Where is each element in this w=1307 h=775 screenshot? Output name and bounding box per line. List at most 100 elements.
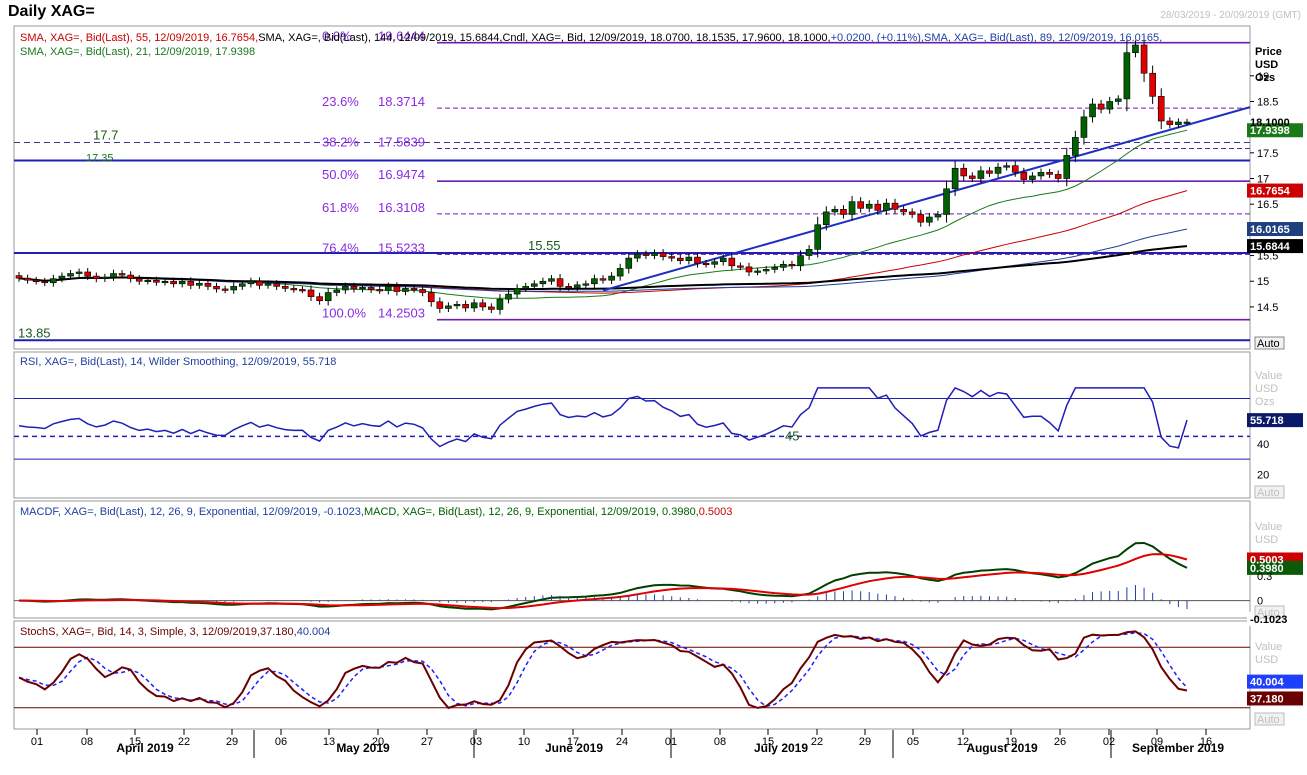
candle-down[interactable]	[376, 289, 384, 292]
chart-canvas[interactable]: 0.0% 19.644423.6% 18.371438.2% 17.583950.0%…	[0, 0, 1307, 775]
candle-down[interactable]	[393, 286, 401, 292]
candle-down[interactable]	[1157, 96, 1165, 122]
candle-down[interactable]	[92, 275, 100, 279]
candle-down[interactable]	[118, 273, 126, 276]
price-panel[interactable]	[13, 25, 1251, 350]
candle-down[interactable]	[917, 214, 925, 223]
candle-up[interactable]	[530, 283, 538, 287]
candle-up[interactable]	[384, 286, 392, 291]
candle-up[interactable]	[522, 286, 530, 289]
candle-up[interactable]	[1183, 121, 1191, 124]
rsi-panel[interactable]	[13, 351, 1251, 499]
candle-up[interactable]	[264, 283, 272, 286]
candle-up[interactable]	[67, 273, 74, 277]
candle-up[interactable]	[230, 286, 238, 291]
candle-down[interactable]	[960, 167, 968, 177]
candle-up[interactable]	[1175, 121, 1182, 125]
candle-down[interactable]	[32, 279, 40, 283]
candle-down[interactable]	[281, 286, 289, 289]
candle-up[interactable]	[926, 216, 933, 223]
candle-up[interactable]	[771, 267, 779, 270]
candle-up[interactable]	[797, 255, 804, 267]
candle-down[interactable]	[307, 289, 315, 297]
candle-down[interactable]	[221, 288, 229, 291]
candle-up[interactable]	[780, 263, 787, 268]
candle-down[interactable]	[419, 289, 426, 293]
candle-up[interactable]	[1080, 116, 1088, 138]
candle-up[interactable]	[608, 275, 615, 281]
candle-up[interactable]	[685, 256, 693, 261]
candle-up[interactable]	[634, 253, 641, 259]
candle-up[interactable]	[333, 289, 341, 293]
candle-up[interactable]	[831, 209, 839, 213]
candle-down[interactable]	[367, 287, 375, 290]
candle-down[interactable]	[642, 253, 650, 256]
candle-up[interactable]	[943, 188, 950, 215]
candle-up[interactable]	[805, 249, 813, 256]
candle-up[interactable]	[548, 278, 555, 282]
candle-down[interactable]	[737, 265, 744, 268]
candle-down[interactable]	[427, 292, 435, 303]
candle-down[interactable]	[410, 288, 418, 291]
candle-up[interactable]	[848, 201, 856, 215]
candle-down[interactable]	[187, 280, 195, 286]
candle-down[interactable]	[127, 274, 134, 279]
candle-up[interactable]	[505, 293, 512, 300]
candle-down[interactable]	[316, 296, 323, 302]
candle-down[interactable]	[1140, 44, 1148, 74]
candle-down[interactable]	[874, 203, 882, 211]
candle-down[interactable]	[565, 286, 572, 289]
candle-up[interactable]	[1072, 137, 1079, 156]
candle-up[interactable]	[402, 288, 409, 292]
candle-down[interactable]	[857, 201, 864, 209]
candle-down[interactable]	[204, 282, 212, 287]
candle-up[interactable]	[453, 304, 461, 307]
candle-down[interactable]	[891, 202, 899, 210]
candle-up[interactable]	[1029, 175, 1036, 180]
candle-down[interactable]	[840, 209, 847, 215]
candle-up[interactable]	[814, 224, 822, 250]
candle-up[interactable]	[50, 278, 57, 284]
candle-up[interactable]	[865, 203, 873, 209]
candle-down[interactable]	[676, 257, 684, 261]
candle-up[interactable]	[161, 280, 169, 284]
candle-up[interactable]	[101, 276, 109, 279]
candle-down[interactable]	[702, 262, 710, 266]
candle-up[interactable]	[883, 202, 890, 211]
candle-up[interactable]	[754, 270, 761, 273]
candle-up[interactable]	[1132, 44, 1139, 53]
candle-down[interactable]	[1166, 120, 1174, 125]
candle-down[interactable]	[599, 278, 607, 281]
candle-down[interactable]	[170, 280, 177, 285]
candle-down[interactable]	[213, 286, 220, 290]
candle-up[interactable]	[616, 268, 624, 277]
candle-up[interactable]	[247, 280, 255, 285]
candle-up[interactable]	[445, 305, 452, 309]
candle-down[interactable]	[1097, 103, 1105, 110]
candle-up[interactable]	[582, 283, 590, 286]
candle-up[interactable]	[977, 170, 985, 179]
candle-up[interactable]	[110, 273, 117, 278]
candle-up[interactable]	[496, 298, 504, 310]
candle-up[interactable]	[762, 269, 770, 272]
candle-down[interactable]	[15, 275, 23, 279]
candle-down[interactable]	[968, 175, 976, 179]
candle-down[interactable]	[1020, 172, 1028, 180]
candle-up[interactable]	[573, 284, 581, 288]
candle-up[interactable]	[359, 287, 366, 290]
candle-down[interactable]	[41, 280, 49, 284]
candle-up[interactable]	[934, 214, 942, 218]
candle-up[interactable]	[651, 252, 658, 256]
candle-down[interactable]	[488, 306, 495, 310]
candle-down[interactable]	[745, 266, 753, 273]
candle-up[interactable]	[75, 271, 83, 274]
candle-down[interactable]	[256, 280, 263, 286]
candle-down[interactable]	[479, 302, 487, 308]
candle-down[interactable]	[788, 263, 796, 267]
candle-down[interactable]	[299, 289, 306, 292]
candle-up[interactable]	[1003, 165, 1010, 168]
candle-up[interactable]	[711, 261, 718, 265]
candle-down[interactable]	[436, 301, 444, 309]
candle-up[interactable]	[513, 288, 521, 295]
candle-up[interactable]	[196, 282, 203, 286]
